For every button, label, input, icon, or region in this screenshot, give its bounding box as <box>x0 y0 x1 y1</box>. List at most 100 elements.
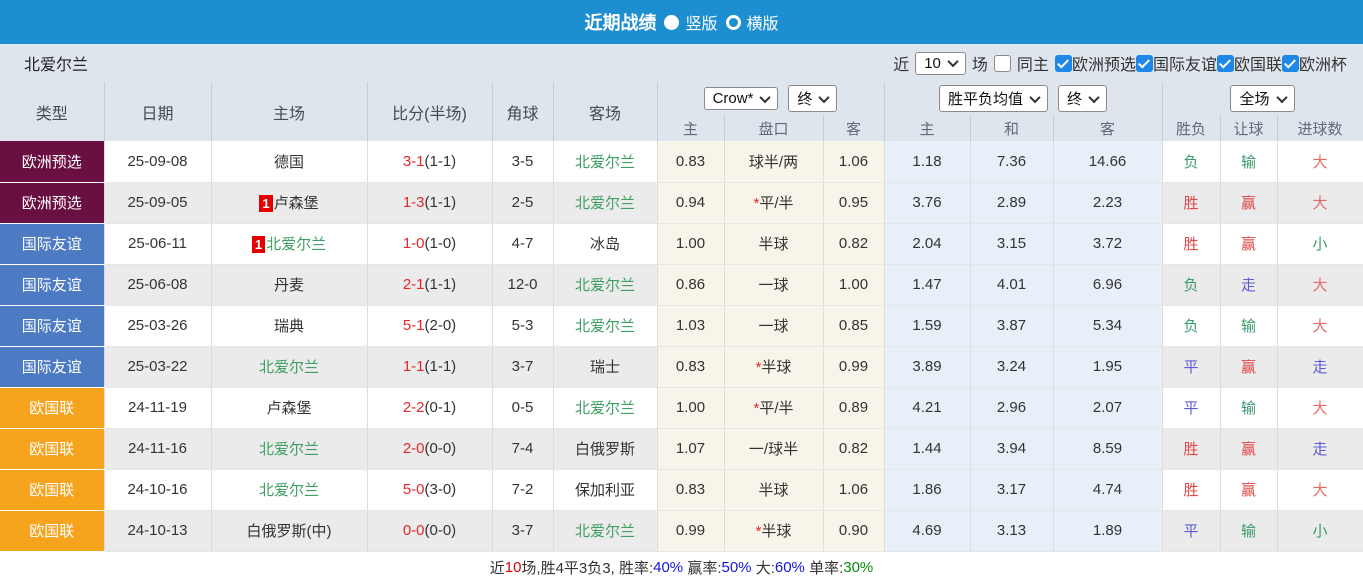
cell-result-goals: 大 <box>1277 387 1363 429</box>
col-header-away: 客场 <box>553 82 658 141</box>
crow-group-header: Crow* 终 <box>657 82 885 115</box>
cell-competition-type: 欧国联 <box>0 428 105 470</box>
summary-segment: 30% <box>843 559 874 576</box>
cell-handicap: *半球 <box>724 346 824 388</box>
cell-avg-draw: 3.87 <box>970 305 1054 347</box>
cell-date: 25-03-26 <box>104 305 212 347</box>
cell-handicap: 一球 <box>724 264 824 306</box>
cell-result-handicap: 输 <box>1220 510 1278 552</box>
team-name: 北爱尔兰 <box>266 236 327 253</box>
table-row: 欧国联 24-10-13 白俄罗斯(中) 0-0(0-0) 3-7 北爱尔兰 0.99 *半球… <box>0 510 1363 552</box>
halftime-score: (0-0) <box>424 440 457 457</box>
cell-odds-away: 0.85 <box>823 305 885 347</box>
competition-label: 欧国联 <box>1233 57 1282 74</box>
cell-result-winloss: 平 <box>1162 510 1221 552</box>
cell-result-goals: 大 <box>1277 182 1363 224</box>
cell-away-team: 北爱尔兰 <box>553 264 658 306</box>
cell-corners: 3-5 <box>492 141 554 183</box>
cell-avg-away: 1.89 <box>1053 510 1163 552</box>
cell-odds-home: 1.07 <box>657 428 725 470</box>
results-table: 类型 日期 主场 比分(半场) 角球 客场 Crow* 终 胜平负均值 终 全场 <box>0 82 1363 552</box>
cell-date: 25-09-08 <box>104 141 212 183</box>
team-name: 丹麦 <box>273 277 304 294</box>
cell-date: 25-09-05 <box>104 182 212 224</box>
fulltime-score: 2-2 <box>402 399 425 416</box>
same-home-label: 同主 <box>1016 57 1049 74</box>
avg-period-select[interactable]: 终 <box>1058 85 1108 112</box>
team-name: 北爱尔兰 <box>574 523 635 540</box>
cell-odds-away: 0.82 <box>823 428 885 470</box>
cell-score: 3-1(1-1) <box>367 141 493 183</box>
cell-home-team: 丹麦 <box>211 264 368 306</box>
cell-avg-home: 3.76 <box>884 182 971 224</box>
cell-competition-type: 国际友谊 <box>0 264 105 306</box>
cell-avg-draw: 3.24 <box>970 346 1054 388</box>
avg-select[interactable]: 胜平负均值 <box>938 85 1048 112</box>
cell-competition-type: 欧国联 <box>0 469 105 511</box>
cell-result-handicap: 走 <box>1220 264 1278 306</box>
team-name: 北爱尔兰 <box>258 482 319 499</box>
table-row: 国际友谊 25-06-08 丹麦 2-1(1-1) 12-0 北爱尔兰 0.86 一球 1.00… <box>0 264 1363 306</box>
cell-odds-home: 1.00 <box>657 223 725 265</box>
radio-filled-icon[interactable] <box>664 14 680 30</box>
cell-result-winloss: 负 <box>1162 141 1221 183</box>
fulltime-score: 5-1 <box>402 317 425 334</box>
vertical-layout-radio[interactable]: 竖版 <box>664 10 718 34</box>
cell-result-goals: 大 <box>1277 141 1363 183</box>
cell-result-goals: 小 <box>1277 223 1363 265</box>
same-home-checkbox[interactable] <box>993 54 1011 72</box>
team-name: 卢森堡 <box>273 195 319 212</box>
cell-avg-home: 4.21 <box>884 387 971 429</box>
team-name: 北爱尔兰 <box>24 57 89 74</box>
cell-date: 24-10-16 <box>104 469 212 511</box>
cell-score: 1-1(1-1) <box>367 346 493 388</box>
sub-header-crow-home: 主 <box>657 115 725 141</box>
competition-checkbox-0[interactable] <box>1054 54 1072 72</box>
radio-empty-icon[interactable] <box>725 14 741 30</box>
star-marker: * <box>753 400 760 417</box>
summary-segment: 60% <box>774 559 805 576</box>
cell-avg-away: 1.95 <box>1053 346 1163 388</box>
summary-segment: 赢率: <box>683 560 722 577</box>
table-row: 欧国联 24-10-16 北爱尔兰 5-0(3-0) 7-2 保加利亚 0.83 半球 1.06… <box>0 469 1363 511</box>
sub-header-handicap-result: 让球 <box>1220 115 1278 141</box>
cell-corners: 3-7 <box>492 346 554 388</box>
cell-odds-home: 0.86 <box>657 264 725 306</box>
cell-avg-home: 1.44 <box>884 428 971 470</box>
page-title: 近期战绩 <box>584 13 657 33</box>
cell-odds-away: 0.90 <box>823 510 885 552</box>
cell-competition-type: 欧洲预选 <box>0 141 105 183</box>
team-name: 保加利亚 <box>574 482 635 499</box>
col-header-home: 主场 <box>211 82 368 141</box>
table-row: 国际友谊 25-03-26 瑞典 5-1(2-0) 5-3 北爱尔兰 1.03 一球 0.85 1… <box>0 305 1363 347</box>
cell-avg-away: 5.34 <box>1053 305 1163 347</box>
fulltime-select[interactable]: 全场 <box>1230 85 1295 112</box>
chevron-down-icon <box>947 55 959 68</box>
cell-result-handicap: 输 <box>1220 387 1278 429</box>
cell-score: 1-3(1-1) <box>367 182 493 224</box>
cell-odds-away: 1.06 <box>823 141 885 183</box>
cell-avg-draw: 3.17 <box>970 469 1054 511</box>
cell-score: 1-0(1-0) <box>367 223 493 265</box>
bookmaker-select[interactable]: Crow* <box>703 87 779 110</box>
crow-period-select[interactable]: 终 <box>788 85 838 112</box>
competition-label: 欧洲预选 <box>1071 57 1136 74</box>
competition-checkbox-1[interactable] <box>1135 54 1153 72</box>
cell-competition-type: 欧洲预选 <box>0 182 105 224</box>
cell-date: 24-11-16 <box>104 428 212 470</box>
match-count-select[interactable]: 10 <box>915 51 966 75</box>
cell-avg-home: 2.04 <box>884 223 971 265</box>
cell-avg-home: 3.89 <box>884 346 971 388</box>
cell-avg-away: 8.59 <box>1053 428 1163 470</box>
horizontal-layout-radio[interactable]: 横版 <box>725 10 779 34</box>
cell-score: 2-2(0-1) <box>367 387 493 429</box>
cell-avg-draw: 3.94 <box>970 428 1054 470</box>
team-name: 瑞典 <box>273 318 304 335</box>
competition-filters: 欧洲预选 国际友谊 欧国联 欧洲杯 <box>1054 51 1347 75</box>
cell-handicap: 半球 <box>724 223 824 265</box>
competition-checkbox-3[interactable] <box>1281 54 1299 72</box>
table-row: 欧国联 24-11-19 卢森堡 2-2(0-1) 0-5 北爱尔兰 1.00 *平/半 0.8… <box>0 387 1363 429</box>
competition-checkbox-2[interactable] <box>1216 54 1234 72</box>
cell-away-team: 北爱尔兰 <box>553 141 658 183</box>
fulltime-score: 3-1 <box>402 152 425 170</box>
